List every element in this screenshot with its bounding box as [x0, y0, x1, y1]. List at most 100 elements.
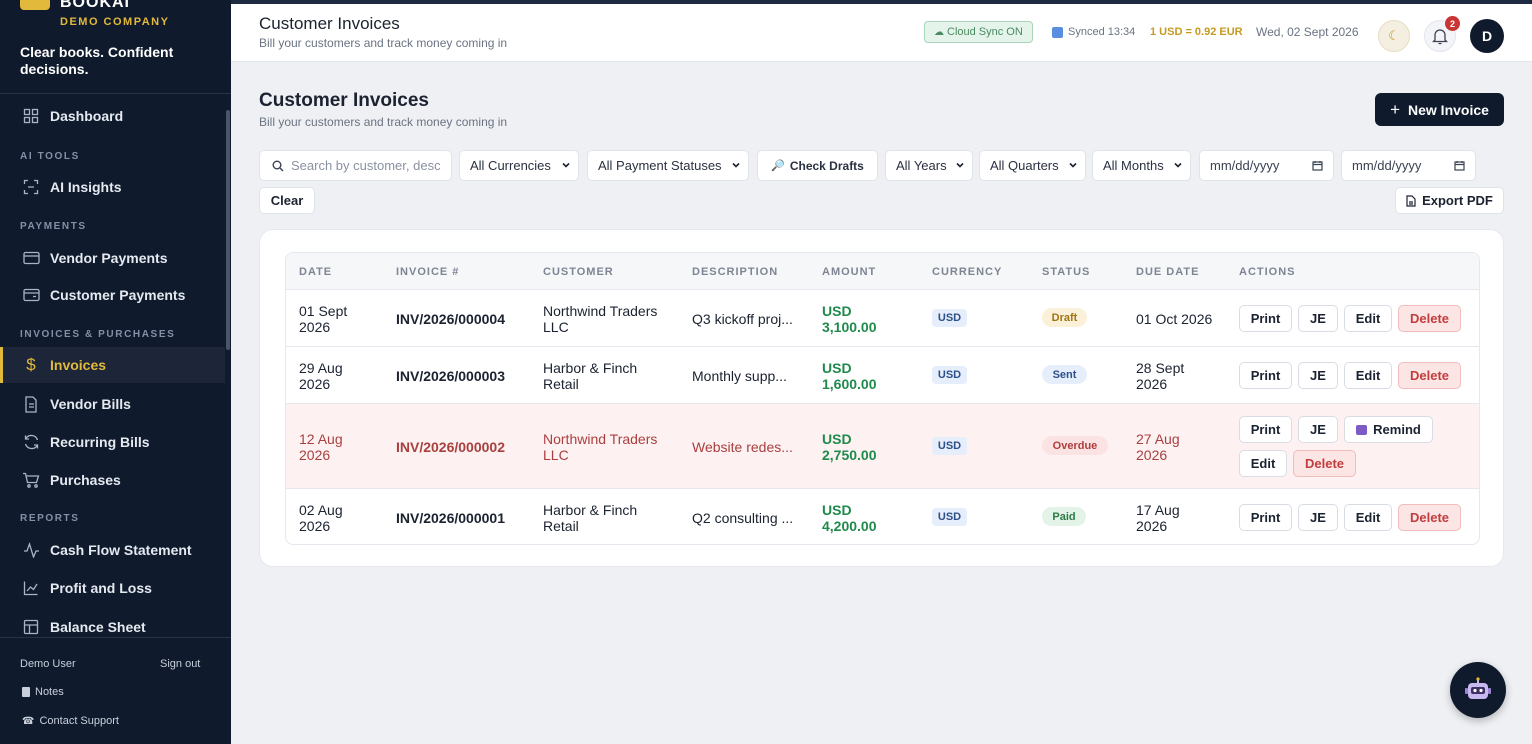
- edit-button[interactable]: Edit: [1344, 305, 1392, 332]
- section-reports: REPORTS: [20, 513, 80, 524]
- sidebar-item-invoices[interactable]: $ Invoices: [0, 347, 225, 383]
- edit-button[interactable]: Edit: [1239, 450, 1287, 477]
- row-due-date: 28 Sept 2026: [1136, 360, 1185, 392]
- row-invoice-number[interactable]: INV/2026/000001: [396, 510, 505, 526]
- currency-select-value: All Currencies: [470, 158, 551, 173]
- search-placeholder: Search by customer, desc: [291, 158, 441, 173]
- remind-button[interactable]: Remind: [1344, 416, 1433, 443]
- quarters-select[interactable]: All Quarters: [979, 150, 1086, 181]
- delete-button[interactable]: Delete: [1398, 362, 1461, 389]
- pulse-icon: [22, 541, 40, 559]
- row-due-date: 27 Aug 2026: [1136, 431, 1180, 463]
- notification-count-badge: 2: [1445, 16, 1460, 31]
- row-customer: Harbor & Finch Retail: [543, 502, 638, 534]
- cloud-sync-label: Cloud Sync ON: [947, 26, 1023, 38]
- refresh-icon: [22, 433, 40, 451]
- print-button[interactable]: Print: [1239, 416, 1292, 443]
- edit-button[interactable]: Edit: [1344, 362, 1392, 389]
- clear-filters-button[interactable]: Clear: [259, 187, 315, 214]
- table-row[interactable]: 02 Aug 2026 INV/2026/000001 Harbor & Finc…: [286, 489, 1479, 544]
- sidebar-item-label: Profit and Loss: [50, 580, 152, 596]
- brand: BOOKAI DEMO COMPANY Clear books. Confide…: [0, 0, 231, 94]
- sidebar-item-vendor-payments[interactable]: Vendor Payments: [0, 240, 225, 276]
- edit-button[interactable]: Edit: [1344, 504, 1392, 531]
- notes-link[interactable]: Notes: [22, 686, 64, 698]
- avatar[interactable]: D: [1470, 19, 1504, 53]
- chart-icon: [22, 579, 40, 597]
- column-header-actions: ACTIONS: [1239, 266, 1296, 278]
- row-date: 29 Aug 2026: [299, 360, 343, 392]
- months-select[interactable]: All Months: [1092, 150, 1191, 181]
- sidebar-item-ai-insights[interactable]: AI Insights: [0, 169, 225, 205]
- delete-button[interactable]: Delete: [1398, 305, 1461, 332]
- row-amount: USD 4,200.00: [822, 502, 877, 534]
- cloud-sync-badge[interactable]: ☁ Cloud Sync ON: [924, 21, 1033, 43]
- sidebar-item-cash-flow[interactable]: Cash Flow Statement: [0, 532, 225, 568]
- export-pdf-button[interactable]: Export PDF: [1395, 187, 1504, 214]
- logo-icon: [20, 0, 50, 10]
- sidebar-scrollbar[interactable]: [226, 110, 230, 350]
- je-button[interactable]: JE: [1298, 305, 1338, 332]
- search-input[interactable]: Search by customer, desc: [259, 150, 452, 181]
- sign-out-link[interactable]: Sign out: [160, 658, 200, 670]
- robot-icon: [1356, 424, 1368, 435]
- je-button[interactable]: JE: [1298, 504, 1338, 531]
- chevron-down-icon: [956, 162, 964, 168]
- je-button[interactable]: JE: [1298, 362, 1338, 389]
- date-to-input[interactable]: mm/dd/yyyy: [1341, 150, 1476, 181]
- currency-select[interactable]: All Currencies: [459, 150, 579, 181]
- status-badge: Paid: [1042, 507, 1086, 526]
- delete-button[interactable]: Delete: [1398, 504, 1461, 531]
- status-badge: Overdue: [1042, 436, 1108, 455]
- calendar-icon[interactable]: [1312, 160, 1323, 171]
- sidebar-item-vendor-bills[interactable]: Vendor Bills: [0, 386, 225, 422]
- date-from-input[interactable]: mm/dd/yyyy: [1199, 150, 1334, 181]
- row-invoice-number[interactable]: INV/2026/000003: [396, 368, 505, 384]
- print-button[interactable]: Print: [1239, 362, 1292, 389]
- search-icon: [272, 160, 284, 171]
- table-row[interactable]: 01 Sept 2026 INV/2026/000004 Northwind Tr…: [286, 290, 1479, 347]
- invoices-card: DATE INVOICE # CUSTOMER DESCRIPTION AMOU…: [259, 229, 1504, 567]
- sidebar-item-recurring-bills[interactable]: Recurring Bills: [0, 424, 225, 460]
- sidebar-item-customer-payments[interactable]: Customer Payments: [0, 277, 225, 313]
- page-title: Customer Invoices: [259, 90, 429, 111]
- print-button[interactable]: Print: [1239, 504, 1292, 531]
- theme-toggle-button[interactable]: ☾: [1378, 20, 1410, 52]
- row-invoice-number[interactable]: INV/2026/000004: [396, 311, 505, 327]
- bell-icon: [1432, 28, 1448, 44]
- calendar-icon[interactable]: [1454, 160, 1465, 171]
- table-row[interactable]: 12 Aug 2026 INV/2026/000002 Northwind Tra…: [286, 404, 1479, 489]
- sidebar-item-dashboard[interactable]: Dashboard: [0, 98, 225, 134]
- column-header-status: STATUS: [1042, 266, 1091, 278]
- check-drafts-button[interactable]: 🔎 Check Drafts: [757, 150, 878, 181]
- sidebar: BOOKAI DEMO COMPANY Clear books. Confide…: [0, 0, 231, 744]
- row-date: 01 Sept 2026: [299, 303, 348, 335]
- delete-button[interactable]: Delete: [1293, 450, 1356, 477]
- date-from-placeholder: mm/dd/yyyy: [1210, 158, 1280, 173]
- je-button[interactable]: JE: [1298, 416, 1338, 443]
- sidebar-item-label: Recurring Bills: [50, 434, 150, 450]
- print-button[interactable]: Print: [1239, 305, 1292, 332]
- current-date: Wed, 02 Sept 2026: [1256, 25, 1359, 39]
- row-amount: USD 1,600.00: [822, 360, 877, 392]
- brand-tagline: Clear books. Confident decisions.: [20, 44, 174, 77]
- row-date: 12 Aug 2026: [299, 431, 343, 463]
- row-invoice-number[interactable]: INV/2026/000002: [396, 439, 505, 455]
- assistant-chat-button[interactable]: [1450, 662, 1506, 718]
- robot-icon: [1465, 677, 1491, 699]
- file-icon: [1406, 194, 1416, 207]
- cloud-icon: ☁: [934, 26, 944, 38]
- sidebar-item-purchases[interactable]: Purchases: [0, 462, 225, 498]
- table-row[interactable]: 29 Aug 2026 INV/2026/000003 Harbor & Finc…: [286, 347, 1479, 404]
- sidebar-item-profit-loss[interactable]: Profit and Loss: [0, 570, 225, 606]
- new-invoice-button[interactable]: + New Invoice: [1375, 93, 1504, 126]
- years-select[interactable]: All Years: [885, 150, 973, 181]
- contact-support-link[interactable]: ☎ Contact Support: [22, 715, 119, 727]
- quarters-select-value: All Quarters: [990, 158, 1059, 173]
- plus-icon: +: [1390, 99, 1400, 119]
- sidebar-item-label: Purchases: [50, 472, 121, 488]
- sidebar-item-label: AI Insights: [50, 179, 122, 195]
- years-select-value: All Years: [896, 158, 947, 173]
- payment-status-select[interactable]: All Payment Statuses: [587, 150, 749, 181]
- currency-badge: USD: [932, 309, 967, 327]
